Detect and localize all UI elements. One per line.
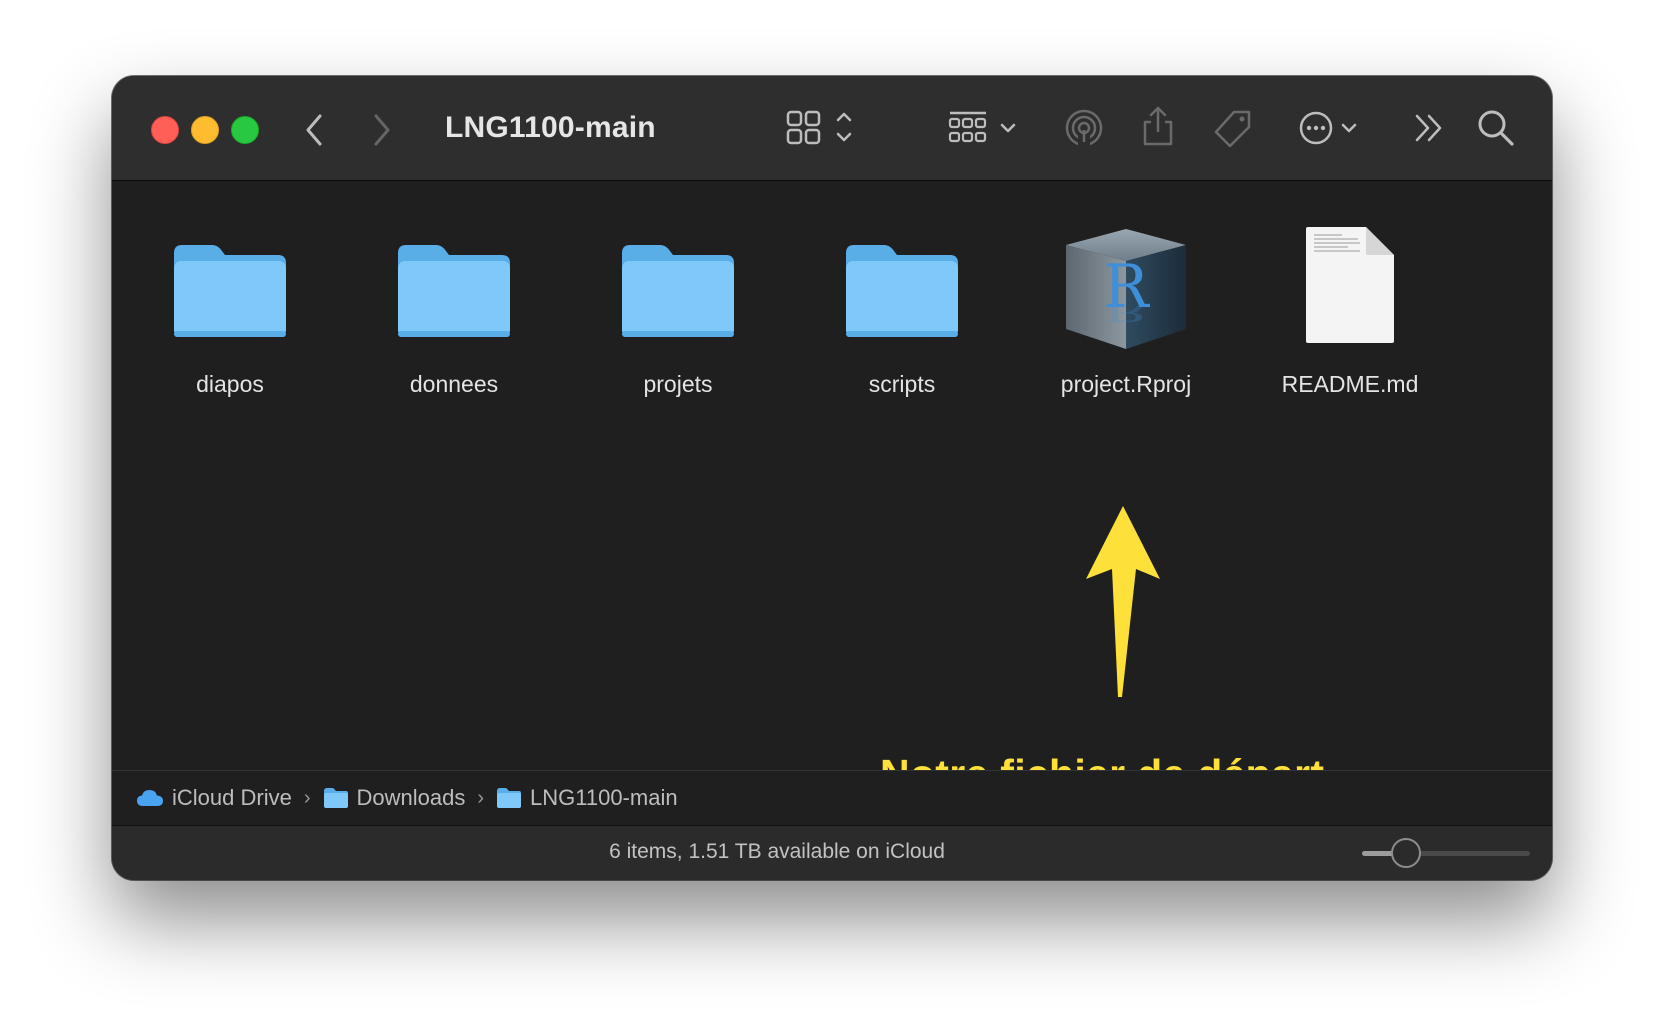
group-button[interactable]	[946, 108, 1026, 148]
folder-icon	[170, 239, 290, 344]
icon-size-slider[interactable]	[1362, 838, 1530, 868]
folder-icon	[394, 239, 514, 344]
path-bar: iCloud Drive › Downloads › LNG1100-main	[112, 770, 1552, 826]
breadcrumb-icloud-drive[interactable]: iCloud Drive	[136, 785, 292, 811]
zoom-window-button[interactable]	[231, 116, 259, 144]
file-name: projets	[643, 371, 713, 397]
icloud-icon	[137, 790, 163, 806]
folder-icon	[618, 239, 738, 344]
more-icon	[1299, 111, 1357, 145]
file-item-donnees[interactable]: donnees	[342, 181, 566, 411]
overflow-icon[interactable]	[1412, 110, 1448, 146]
svg-text:R: R	[1103, 298, 1150, 326]
document-icon	[1302, 223, 1398, 352]
forward-icon[interactable]	[364, 112, 400, 148]
folder-icon	[842, 239, 962, 344]
file-item-scripts[interactable]: scripts	[790, 181, 1014, 411]
folder-icon	[497, 788, 522, 808]
breadcrumb-lng1100-main[interactable]: LNG1100-main	[496, 785, 678, 811]
file-name: README.md	[1281, 371, 1419, 397]
file-item-projets[interactable]: projets	[566, 181, 790, 411]
folder-icon	[323, 788, 348, 808]
file-name: donnees	[409, 371, 499, 397]
file-grid: diapos donnees projets scripts R R proje…	[112, 181, 1552, 797]
view-mode-button[interactable]	[784, 108, 864, 148]
file-name: diapos	[196, 371, 264, 397]
back-icon[interactable]	[296, 112, 332, 148]
rproj-cube-icon: R R	[1060, 225, 1192, 358]
file-item-diapos[interactable]: diapos	[118, 181, 342, 411]
toolbar: LNG1100-main	[112, 76, 1552, 181]
file-name: project.Rproj	[1060, 371, 1192, 397]
breadcrumb-label: LNG1100-main	[530, 785, 678, 810]
status-bar: 6 items, 1.51 TB available on iCloud	[112, 826, 1552, 880]
breadcrumb-label: Downloads	[356, 785, 466, 810]
file-item-readme[interactable]: README.md	[1238, 181, 1462, 411]
more-actions-button[interactable]	[1298, 108, 1368, 148]
grid-view-icon	[786, 110, 852, 145]
file-item-project-rproj[interactable]: R R project.Rproj	[1014, 181, 1238, 411]
share-icon[interactable]	[1138, 104, 1178, 148]
breadcrumb-downloads[interactable]: Downloads	[323, 785, 466, 811]
window-title: LNG1100-main	[445, 111, 656, 144]
close-window-button[interactable]	[151, 116, 179, 144]
minimize-window-button[interactable]	[191, 116, 219, 144]
file-name: scripts	[868, 371, 936, 397]
breadcrumb-separator: ›	[303, 786, 311, 809]
status-text: 6 items, 1.51 TB available on iCloud	[609, 840, 945, 863]
annotation-arrow-icon	[1086, 506, 1160, 697]
tag-icon[interactable]	[1212, 108, 1254, 150]
slider-thumb[interactable]	[1390, 838, 1421, 868]
search-icon[interactable]	[1476, 108, 1516, 148]
airdrop-icon[interactable]	[1064, 108, 1104, 148]
group-icon	[948, 111, 1016, 143]
breadcrumb-label: iCloud Drive	[172, 785, 292, 810]
finder-window: LNG1100-main diapos donnees projets scri…	[112, 76, 1552, 880]
breadcrumb-separator: ›	[477, 786, 485, 809]
